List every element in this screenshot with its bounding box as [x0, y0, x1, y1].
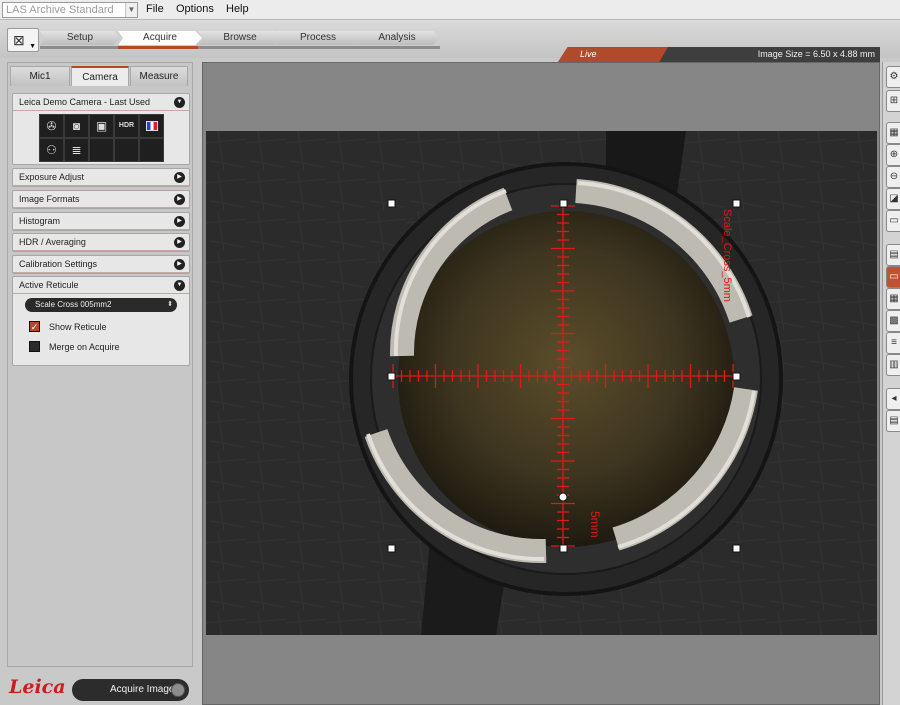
acquire-indicator-icon: [171, 683, 185, 697]
tool-15-icon[interactable]: ▤: [886, 410, 900, 432]
chevron-down-icon[interactable]: ▼: [125, 3, 137, 17]
left-panel: Mic1 Camera Measure Leica Demo Camera - …: [7, 62, 193, 667]
tool-7-icon[interactable]: ▭: [886, 210, 900, 232]
show-reticule-label: Show Reticule: [49, 322, 107, 332]
section-histogram[interactable]: Histogram ▶: [12, 212, 190, 231]
menubar: LAS Archive Standard ▼ File Options Help: [0, 0, 900, 20]
fit-icon[interactable]: ◪: [886, 188, 900, 210]
image-viewer[interactable]: Scale_Cross_5mm 5mm: [202, 62, 880, 705]
expand-icon[interactable]: ▶: [174, 237, 185, 248]
live-image-canvas: Scale_Cross_5mm 5mm: [206, 131, 877, 635]
menu-options[interactable]: Options: [176, 3, 214, 15]
tab-process[interactable]: Process: [276, 31, 360, 49]
zoom-out-icon[interactable]: ⊖: [886, 166, 900, 188]
expand-icon[interactable]: ▶: [174, 194, 185, 205]
grid-3-icon[interactable]: ▩: [886, 310, 900, 332]
reticule-scale-label: 5mm: [588, 511, 602, 538]
camera-section-header[interactable]: Leica Demo Camera - Last Used ▼: [13, 94, 189, 111]
camera-settings-icon[interactable]: ▣: [89, 114, 114, 138]
tool-2-icon[interactable]: ⊞: [886, 90, 900, 112]
layout-1-icon[interactable]: ▤: [886, 244, 900, 266]
tab-acquire[interactable]: Acquire: [118, 31, 202, 49]
tab-measure[interactable]: Measure: [130, 66, 188, 86]
tab-browse[interactable]: Browse: [198, 31, 282, 49]
tool-1-icon[interactable]: ⚙: [886, 66, 900, 88]
reticule-center-handle[interactable]: [558, 492, 568, 502]
live-image[interactable]: Scale_Cross_5mm 5mm: [206, 131, 877, 635]
expand-icon[interactable]: ▶: [174, 172, 185, 183]
section-calibration-settings[interactable]: Calibration Settings ▶: [12, 255, 190, 274]
expand-icon[interactable]: ▶: [174, 216, 185, 227]
tab-camera[interactable]: Camera: [71, 66, 129, 86]
camera-section: Leica Demo Camera - Last Used ▼ ✇ ◙ ▣ HD…: [12, 93, 190, 165]
tool-3-icon[interactable]: ▦: [886, 122, 900, 144]
live-indicator: Live: [558, 47, 668, 62]
aperture-icon[interactable]: ✇: [39, 114, 64, 138]
zoom-in-icon[interactable]: ⊕: [886, 144, 900, 166]
image-size-readout: Image Size = 6.50 x 4.88 mm: [757, 49, 875, 59]
expand-icon[interactable]: ▶: [174, 259, 185, 270]
microscope-icon: ⊠: [13, 32, 25, 48]
merge-on-acquire-checkbox[interactable]: [29, 341, 40, 352]
app-title: LAS Archive Standard: [6, 4, 114, 16]
molecule-icon[interactable]: ⚇: [39, 138, 64, 162]
active-reticule-section: Active Reticule ▼ Scale Cross 005mm2 ⬍ ✓…: [12, 276, 190, 366]
tool-14-icon[interactable]: ◂: [886, 388, 900, 410]
tab-setup[interactable]: Setup: [40, 31, 120, 49]
reticule-caption: Scale_Cross_5mm: [721, 209, 733, 302]
active-reticule-header[interactable]: Active Reticule ▼: [13, 277, 189, 294]
chevron-down-icon: ▼: [29, 43, 36, 50]
leica-logo: Leica: [9, 676, 66, 698]
tool-13-icon[interactable]: ▥: [886, 354, 900, 376]
list-settings-icon[interactable]: ≣: [64, 138, 89, 162]
image-status-bar: Live Image Size = 6.50 x 4.88 mm: [558, 47, 880, 62]
section-exposure-adjust[interactable]: Exposure Adjust ▶: [12, 168, 190, 187]
empty-tool-slot: [139, 138, 164, 162]
empty-tool-slot: [89, 138, 114, 162]
color-bars-icon[interactable]: [139, 114, 164, 138]
app-selector[interactable]: LAS Archive Standard ▼: [2, 2, 138, 18]
collapse-icon[interactable]: ▼: [174, 280, 185, 291]
collapse-icon[interactable]: ▼: [174, 97, 185, 108]
camera-tools: ✇ ◙ ▣ HDR ⚇ ≣: [39, 114, 164, 162]
camera-icon[interactable]: ◙: [64, 114, 89, 138]
right-toolbar: ⚙ ⊞ ▦ ⊕ ⊖ ◪ ▭ ▤ ▭ ▦ ▩ ≡ ▥ ◂ ▤: [882, 62, 900, 705]
reticule-select[interactable]: Scale Cross 005mm2 ⬍: [25, 298, 177, 312]
acquire-image-button[interactable]: Acquire Image: [72, 679, 189, 701]
menu-help[interactable]: Help: [226, 3, 249, 15]
grid-2-icon[interactable]: ▦: [886, 288, 900, 310]
tool-12-icon[interactable]: ≡: [886, 332, 900, 354]
section-hdr-averaging[interactable]: HDR / Averaging ▶: [12, 233, 190, 252]
tab-mic1[interactable]: Mic1: [10, 66, 70, 86]
merge-on-acquire-label: Merge on Acquire: [49, 342, 120, 352]
workflow-menu-button[interactable]: ⊠ ▼: [7, 28, 39, 52]
hdr-icon[interactable]: HDR: [114, 114, 139, 138]
spinner-icon: ⬍: [167, 301, 173, 308]
empty-tool-slot: [114, 138, 139, 162]
tab-analysis[interactable]: Analysis: [354, 31, 440, 49]
section-image-formats[interactable]: Image Formats ▶: [12, 190, 190, 209]
layout-2-icon[interactable]: ▭: [886, 266, 900, 288]
menu-file[interactable]: File: [146, 3, 164, 15]
show-reticule-checkbox[interactable]: ✓: [29, 321, 40, 332]
